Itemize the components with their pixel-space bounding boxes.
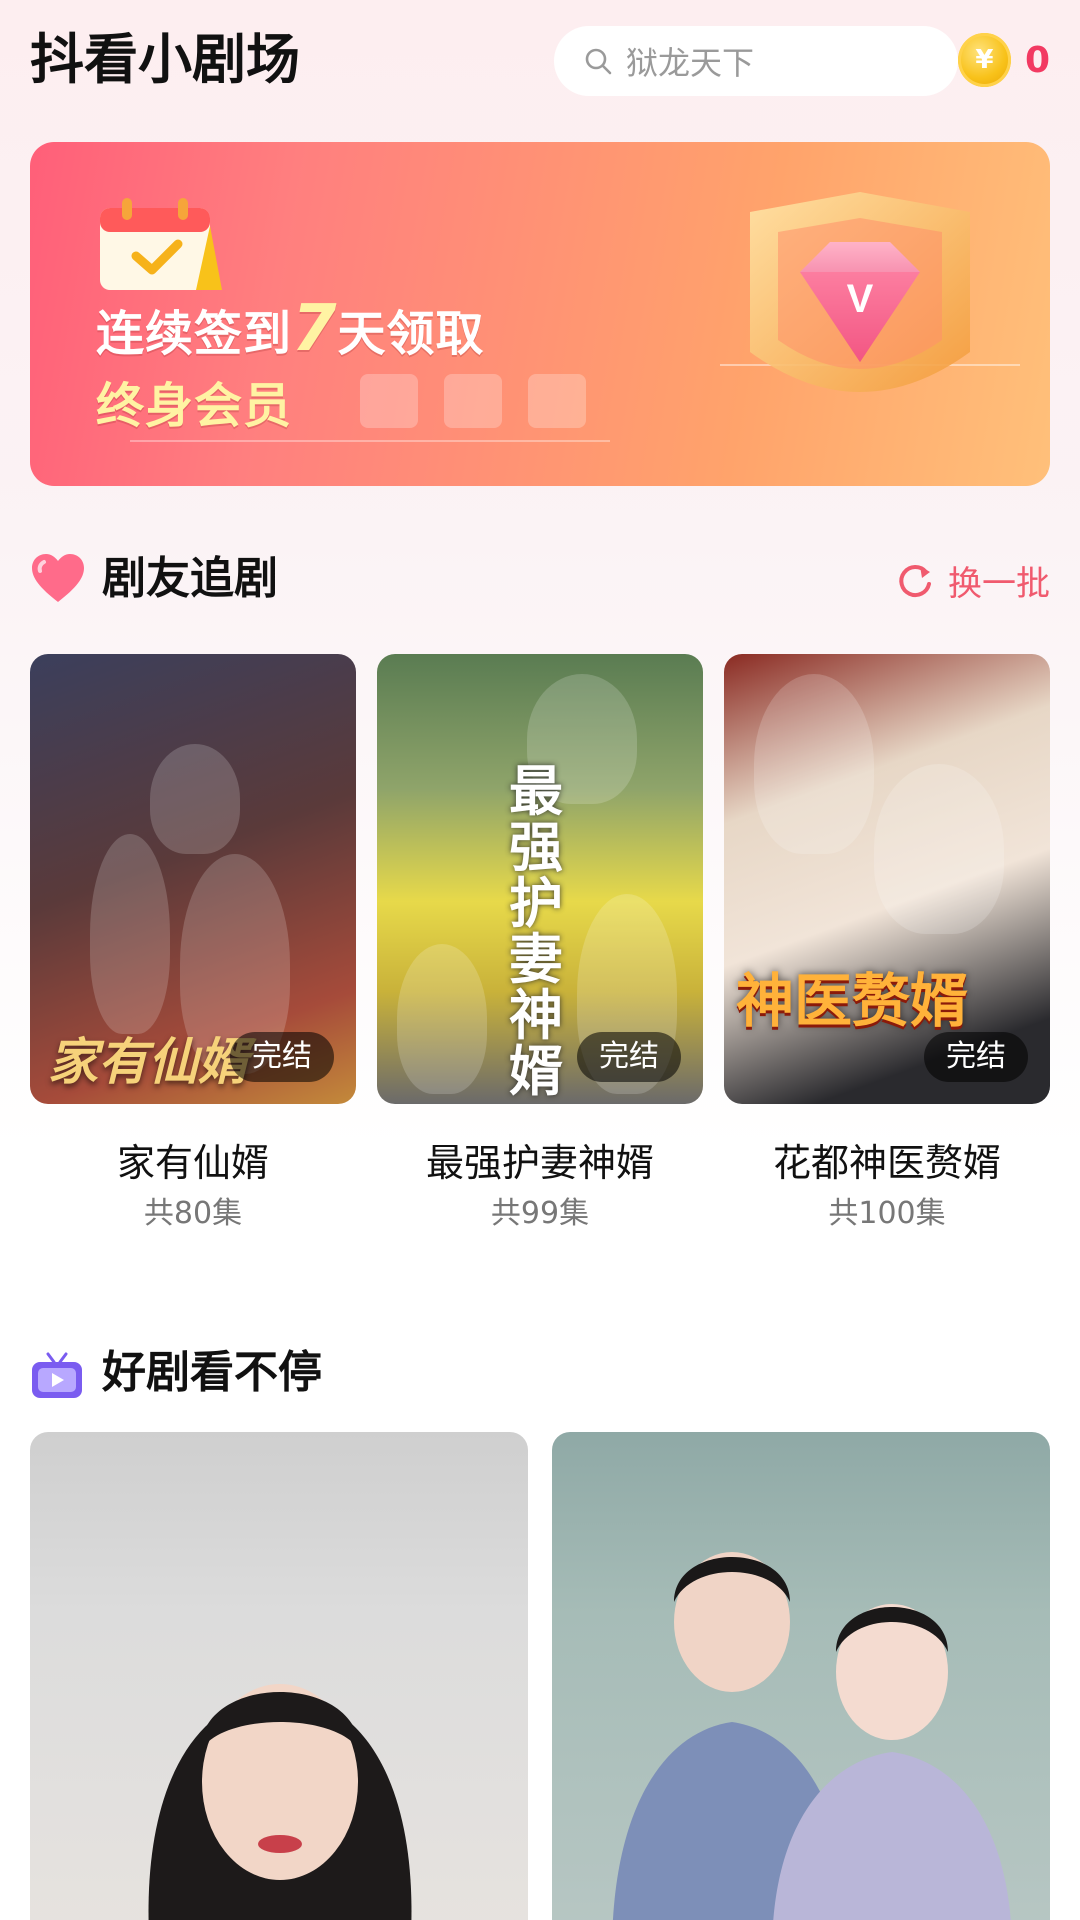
section-feed-header: 好剧看不停 [30, 1344, 1050, 1404]
drama-cover[interactable]: 神医赘婿 完结 [724, 654, 1050, 1104]
banner-day-count: 7 [292, 292, 338, 366]
episode-count: 共80集 [143, 1196, 243, 1231]
drama-cover[interactable]: 家有仙婿 完结 [30, 654, 356, 1104]
svg-text:V: V [847, 277, 874, 321]
cover-title-art: 家有仙婿 [48, 1033, 248, 1091]
app-screen: 抖看小剧场 狱龙天下 ¥ 0 连续签到7天领取 终身会员 V 剧友追剧 换一批 … [0, 0, 1080, 1920]
coin-icon: ¥ [958, 33, 1011, 87]
refresh-label: 换一批 [948, 564, 1050, 604]
cover-title-art: 最强护妻神婿 [509, 760, 563, 1103]
episode-count: 共100集 [828, 1196, 946, 1231]
feed-cover-art [613, 1552, 1011, 1920]
heart-icon [32, 554, 84, 602]
section-follow-header: 剧友追剧 换一批 [30, 550, 1050, 610]
refresh-button[interactable]: 换一批 [896, 556, 1050, 605]
header: 抖看小剧场 狱龙天下 ¥ 0 [30, 24, 1050, 100]
coin-balance[interactable]: ¥ 0 [958, 24, 1050, 96]
banner-line1-prefix: 连续签到 [96, 306, 293, 362]
cover-figure [874, 764, 1004, 934]
feed-cover-art [148, 1684, 412, 1920]
drama-card[interactable]: 家有仙婿 完结 家有仙婿 共80集 [30, 654, 356, 1234]
feed-grid [30, 1432, 1050, 1920]
vip-diamond-icon: V [750, 192, 970, 392]
drama-title[interactable]: 家有仙婿 [30, 1132, 356, 1187]
drama-card[interactable]: 最强护妻神婿 完结 最强护妻神婿 共99集 [377, 654, 703, 1234]
coin-symbol: ¥ [975, 45, 994, 75]
coin-count: 0 [1024, 39, 1050, 81]
banner-line1-suffix: 天领取 [337, 306, 485, 362]
day-tile [444, 374, 502, 428]
day-tile [528, 374, 586, 428]
feed-card[interactable] [30, 1432, 528, 1920]
cover-figure [397, 944, 487, 1094]
drama-title[interactable]: 花都神医赘婿 [724, 1132, 1050, 1187]
banner-subline: 终身会员 [96, 378, 293, 434]
episode-count: 共99集 [490, 1196, 590, 1231]
status-badge: 完结 [230, 1032, 334, 1082]
search-placeholder: 狱龙天下 [626, 44, 755, 82]
section-follow-title: 剧友追剧 [102, 553, 278, 604]
cover-title-art: 神医赘婿 [736, 967, 969, 1035]
refresh-icon [899, 564, 931, 597]
app-title: 抖看小剧场 [30, 28, 300, 91]
feed-card[interactable] [552, 1432, 1050, 1920]
cover-figure [90, 834, 170, 1034]
drama-cover[interactable]: 最强护妻神婿 完结 [377, 654, 703, 1104]
cover-figure [754, 674, 874, 854]
day-tiles [360, 374, 586, 428]
search-input[interactable]: 狱龙天下 [554, 26, 958, 96]
progress-track [130, 440, 610, 442]
status-badge: 完结 [577, 1032, 681, 1082]
section-feed-title: 好剧看不停 [102, 1347, 322, 1398]
tv-icon [32, 1352, 82, 1398]
day-tile [360, 374, 418, 428]
cover-figure [150, 744, 240, 854]
status-badge: 完结 [924, 1032, 1028, 1082]
calendar-icon [100, 198, 222, 290]
drama-grid: 家有仙婿 完结 家有仙婿 共80集 最强护妻神婿 完结 最强护妻神婿 共99集 [30, 654, 1050, 1234]
search-icon [585, 48, 612, 75]
banner-headline: 连续签到7天领取 [96, 292, 485, 366]
signin-banner[interactable]: 连续签到7天领取 终身会员 V [30, 142, 1050, 486]
drama-title[interactable]: 最强护妻神婿 [377, 1132, 703, 1187]
drama-card[interactable]: 神医赘婿 完结 花都神医赘婿 共100集 [724, 654, 1050, 1234]
